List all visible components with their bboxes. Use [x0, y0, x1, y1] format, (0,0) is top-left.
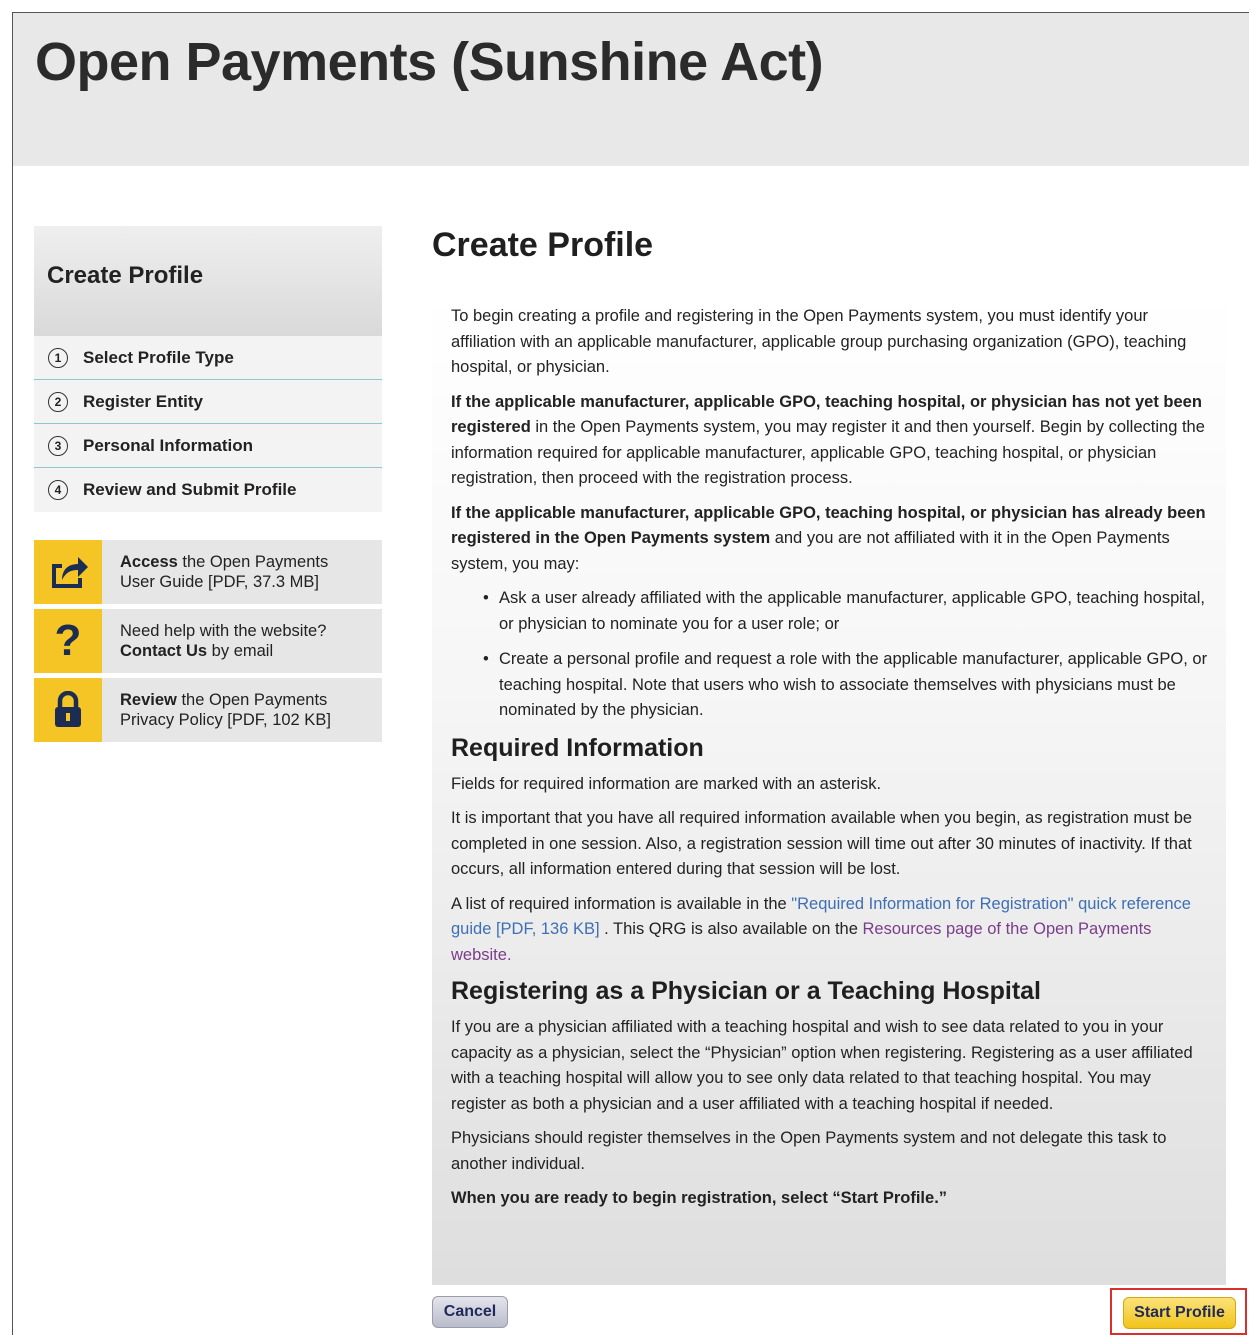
step-label: Register Entity — [83, 391, 203, 411]
help-text-line: Need help with the website? — [120, 622, 327, 640]
start-profile-highlight: Start Profile — [1110, 1288, 1247, 1335]
help-text-line: by email — [207, 642, 274, 660]
required-info-heading: Required Information — [451, 733, 704, 762]
step-label: Review and Submit Profile — [83, 480, 297, 499]
intro-paragraph: To begin creating a profile and register… — [451, 307, 1187, 376]
help-privacy-policy[interactable]: Review the Open Payments Privacy Policy … — [34, 678, 382, 742]
physician-text: If you are a physician affiliated with a… — [451, 1018, 1193, 1113]
help-contact-us[interactable]: ? Need help with the website? Contact Us… — [34, 609, 382, 673]
cancel-button[interactable]: Cancel — [432, 1296, 508, 1328]
share-icon — [34, 540, 102, 604]
physician-heading: Registering as a Physician or a Teaching… — [451, 977, 1041, 1005]
help-text-line: Privacy Policy [PDF, 102 KB] — [120, 711, 331, 729]
help-link-bold[interactable]: Contact Us — [120, 642, 207, 660]
body-text: A list of required information is availa… — [451, 894, 792, 913]
page-title: Create Profile — [432, 226, 654, 264]
list-item: Ask a user already affiliated with the a… — [483, 586, 1208, 637]
final-instruction: When you are ready to begin registration… — [451, 1186, 1208, 1212]
help-text-line: the Open Payments — [177, 553, 329, 571]
steps-panel-title: Create Profile — [34, 226, 382, 336]
list-item: Create a personal profile and request a … — [483, 647, 1208, 724]
step-number-icon: 1 — [48, 347, 68, 368]
required-info-links: A list of required information is availa… — [451, 892, 1208, 969]
app-header: Open Payments (Sunshine Act) — [13, 13, 1249, 166]
help-link-bold[interactable]: Access — [120, 553, 178, 571]
help-text-line: User Guide [PDF, 37.3 MB] — [120, 573, 319, 591]
step-register-entity: 2 Register Entity — [34, 380, 382, 424]
not-registered-paragraph: If the applicable manufacturer, applicab… — [451, 390, 1208, 492]
start-profile-button[interactable]: Start Profile — [1123, 1297, 1236, 1329]
step-select-profile-type: 1 Select Profile Type — [34, 336, 382, 380]
step-label: Select Profile Type — [83, 347, 234, 367]
step-number-icon: 2 — [48, 391, 68, 412]
steps-panel: Create Profile 1 Select Profile Type 2 R… — [34, 226, 382, 512]
body-text: . This QRG is also available on the — [599, 920, 863, 938]
question-icon: ? — [34, 609, 102, 673]
step-personal-information: 3 Personal Information — [34, 424, 382, 468]
help-text-line: the Open Payments — [176, 691, 328, 709]
options-list: Ask a user already affiliated with the a… — [483, 586, 1208, 724]
required-info-text: Fields for required information are mark… — [451, 774, 882, 793]
required-info-text: It is important that you have all requir… — [451, 809, 1193, 878]
app-title: Open Payments (Sunshine Act) — [35, 32, 824, 92]
frame-border-left — [12, 12, 13, 1335]
help-user-guide[interactable]: Access the Open Payments User Guide [PDF… — [34, 540, 382, 604]
step-label: Personal Information — [83, 435, 254, 455]
physician-text: Physicians should register themselves in… — [451, 1129, 1167, 1173]
emphasis-text: When you are ready to begin registration… — [451, 1189, 948, 1207]
help-contact-text[interactable]: Need help with the website? Contact Us b… — [102, 621, 326, 661]
step-review-submit: 4 Review and Submit Profile — [34, 468, 382, 512]
help-link-bold[interactable]: Review — [120, 691, 177, 709]
already-registered-paragraph: If the applicable manufacturer, applicab… — [451, 501, 1208, 578]
content-panel: To begin creating a profile and register… — [432, 290, 1226, 1285]
step-number-icon: 3 — [48, 435, 68, 456]
help-privacy-text[interactable]: Review the Open Payments Privacy Policy … — [102, 690, 331, 730]
step-number-icon: 4 — [48, 480, 68, 500]
lock-icon — [34, 678, 102, 742]
body-text: in the Open Payments system, you may reg… — [451, 418, 1205, 487]
help-user-guide-text[interactable]: Access the Open Payments User Guide [PDF… — [102, 552, 328, 592]
